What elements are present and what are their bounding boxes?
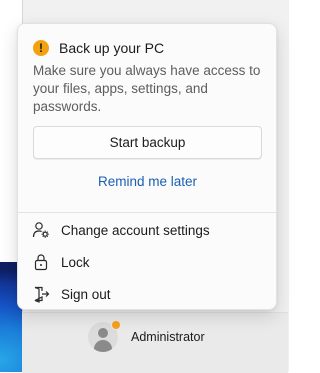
lock-icon xyxy=(32,253,50,271)
start-backup-button[interactable]: Start backup xyxy=(33,126,262,159)
change-account-settings-label: Change account settings xyxy=(61,222,210,238)
notification-badge xyxy=(111,320,121,330)
account-flyout: ! Back up your PC Make sure you always h… xyxy=(17,23,277,310)
warning-icon: ! xyxy=(33,40,49,56)
backup-notice-body: Make sure you always have access to your… xyxy=(33,63,261,114)
backup-notice-title: Back up your PC xyxy=(59,40,165,56)
lock-label: Lock xyxy=(61,254,90,270)
remind-me-later-link[interactable]: Remind me later xyxy=(33,174,262,189)
sign-out-icon xyxy=(32,285,50,303)
user-name[interactable]: Administrator xyxy=(131,330,205,344)
lock-item[interactable]: Lock xyxy=(18,247,276,277)
avatar-head xyxy=(98,328,108,338)
backup-notice-header: ! Back up your PC xyxy=(33,38,164,58)
sign-out-item[interactable]: Sign out xyxy=(18,279,276,309)
account-settings-icon xyxy=(32,221,50,239)
menu-divider xyxy=(18,212,276,213)
avatar-body xyxy=(94,340,112,352)
change-account-settings-item[interactable]: Change account settings xyxy=(18,215,276,245)
sign-out-label: Sign out xyxy=(61,286,111,302)
